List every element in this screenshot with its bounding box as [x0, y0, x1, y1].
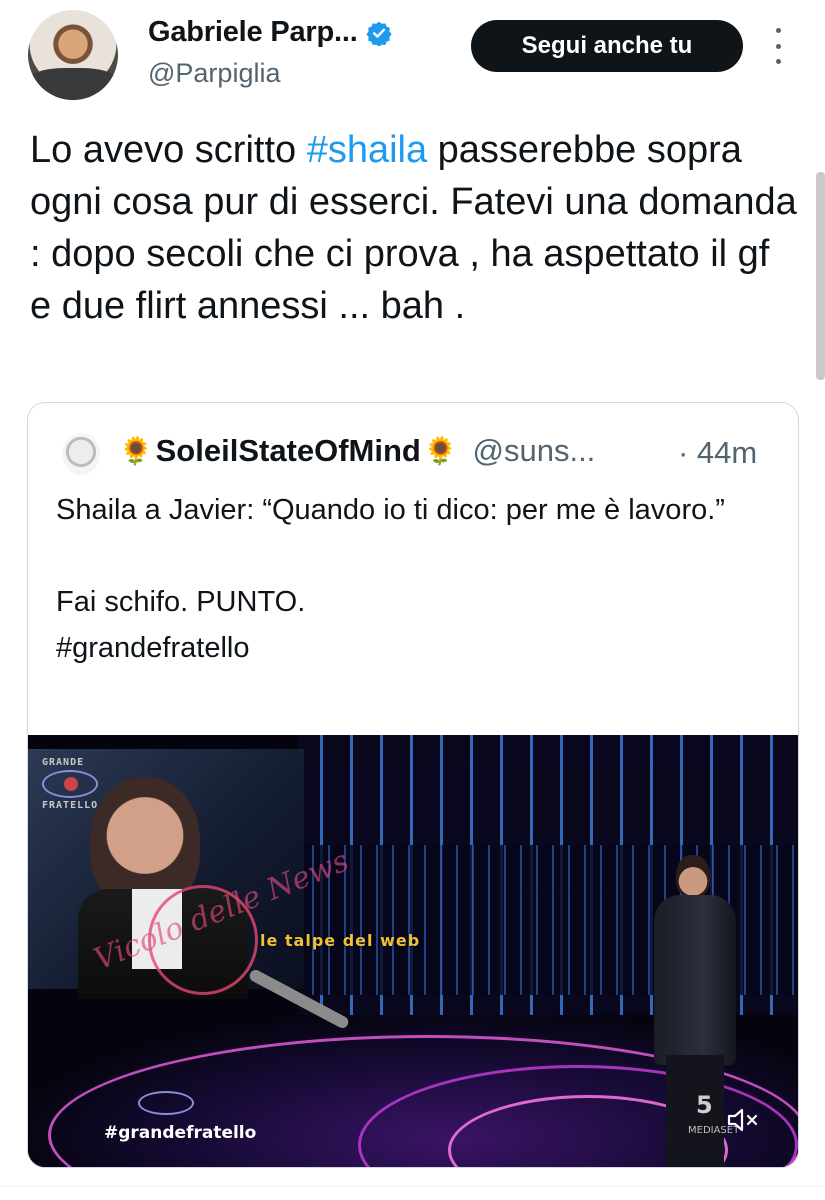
scrollbar[interactable]	[816, 172, 825, 380]
man-in-suit	[644, 855, 736, 1167]
tweet-text-part: Lo avevo scritto	[30, 129, 307, 171]
quoted-timestamp: · 44m	[678, 435, 758, 470]
author-handle[interactable]: @Parpiglia	[148, 58, 280, 89]
logo-line2: FRATELLO	[42, 800, 99, 811]
watermark-secondary: le talpe del web	[260, 931, 421, 950]
quoted-tweet-text: Shaila a Javier: “Quando io ti dico: per…	[56, 494, 725, 664]
sunflower-icon: 🌻	[119, 436, 153, 466]
eye-logo-icon	[42, 770, 98, 798]
grande-fratello-logo: GRANDE FRATELLO	[42, 757, 108, 813]
logo-line1: GRANDE	[42, 757, 85, 768]
mute-icon[interactable]	[726, 1105, 760, 1135]
quoted-author-header: 🌻 SoleilStateOfMind 🌻 @suns...	[116, 433, 595, 469]
sunflower-icon: 🌻	[423, 436, 458, 466]
verified-badge-icon	[365, 21, 392, 46]
divider	[0, 1186, 825, 1187]
author-avatar[interactable]	[28, 10, 118, 100]
author-display-name[interactable]: Gabriele Parp...	[148, 16, 358, 49]
media-hashtag-overlay: #grandefratello	[104, 1123, 257, 1143]
quoted-display-name: SoleilStateOfMind	[155, 433, 421, 468]
quoted-tweet-card[interactable]: 🌻 SoleilStateOfMind 🌻 @suns... · 44m Sha…	[27, 402, 799, 1168]
hashtag-link[interactable]: #shaila	[307, 129, 427, 171]
more-options-icon[interactable]	[770, 28, 786, 64]
eye-logo-icon	[138, 1091, 194, 1115]
follow-button[interactable]: Segui anche tu	[471, 20, 743, 72]
tweet-text: Lo avevo scritto #shaila passerebbe sopr…	[30, 124, 800, 332]
author-name-row: Gabriele Parp...	[148, 16, 392, 49]
quoted-handle: @suns...	[472, 433, 596, 468]
avatar-shirt	[28, 68, 118, 100]
channel-logo: 5	[696, 1091, 713, 1119]
quoted-media-image[interactable]: GRANDE FRATELLO Vicolo delle News le tal…	[28, 735, 798, 1167]
quoted-author-avatar	[62, 433, 100, 475]
